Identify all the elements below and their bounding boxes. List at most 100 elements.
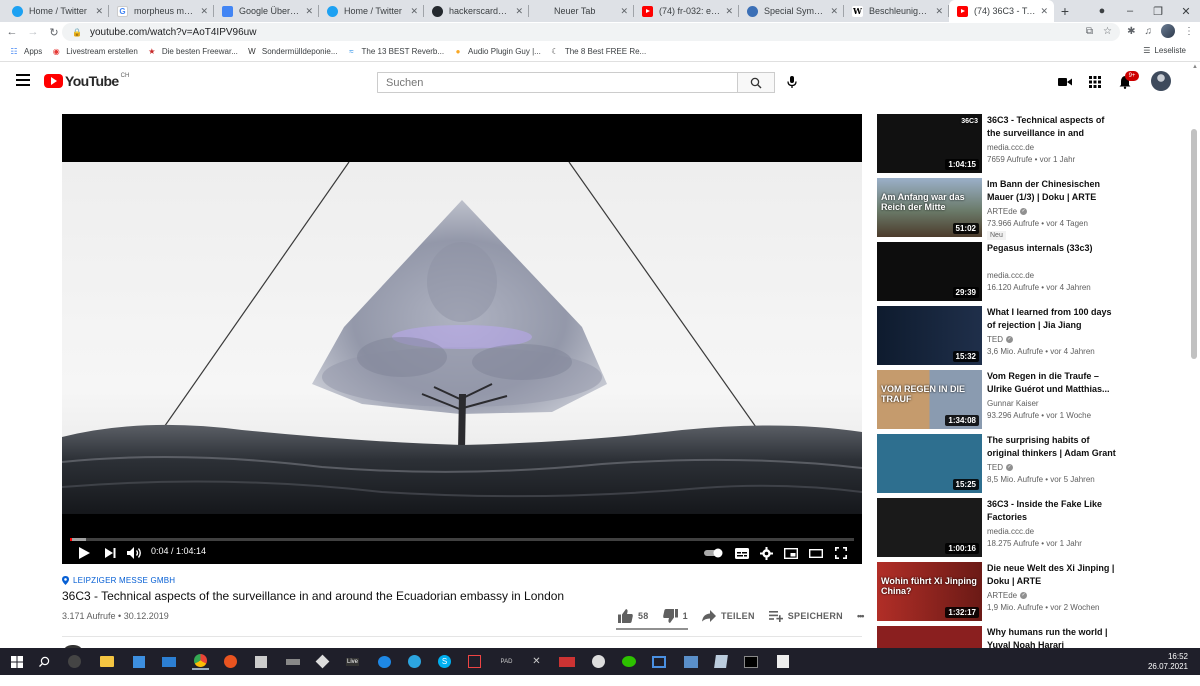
telegram-icon[interactable] xyxy=(406,653,423,670)
tab-close-icon[interactable]: ✕ xyxy=(935,6,943,17)
bookmark-star-icon[interactable]: ☆ xyxy=(1103,26,1112,37)
recommended-video[interactable]: 15:25 The surprising habits of original t… xyxy=(877,434,1187,494)
skype-icon[interactable]: S xyxy=(436,653,453,670)
recommended-video[interactable]: 1:00:16 36C3 - Inside the Fake Like Facto… xyxy=(877,498,1187,558)
tab-close-icon[interactable]: ✕ xyxy=(725,6,733,17)
chrome-icon[interactable] xyxy=(192,653,209,670)
minimize-icon[interactable]: – xyxy=(1116,0,1144,22)
browser-tab[interactable]: W Beschleunigung – ✕ xyxy=(844,0,949,22)
tools-icon[interactable]: ✕ xyxy=(528,653,545,670)
fullscreen-button[interactable] xyxy=(833,545,849,561)
hamburger-menu-icon[interactable] xyxy=(16,74,30,86)
page-scrollbar[interactable] xyxy=(1188,63,1200,648)
location-tag[interactable]: LEIPZIGER MESSE GMBH xyxy=(62,576,175,585)
tab-close-icon[interactable]: ✕ xyxy=(1040,6,1048,17)
tab-close-icon[interactable]: ✕ xyxy=(305,6,313,17)
scroll-up-icon[interactable]: ▲ xyxy=(1192,64,1198,70)
theater-mode-button[interactable] xyxy=(808,545,824,561)
browser-tab[interactable]: (74) fr-032: e.t. (Ed ✕ xyxy=(634,0,739,22)
notes-app-icon[interactable] xyxy=(712,653,729,670)
channel-name[interactable]: ARTEde ✓ xyxy=(987,207,1028,216)
page-scroll-thumb[interactable] xyxy=(1191,129,1197,359)
chrome-remote-icon[interactable] xyxy=(66,653,83,670)
browser-tab[interactable]: Neuer Tab ✕ xyxy=(529,0,634,22)
video-frame-tree-scene[interactable] xyxy=(62,162,862,514)
recommended-video-title[interactable]: 36C3 - Inside the Fake Like Factories xyxy=(987,498,1117,524)
url-text[interactable]: youtube.com/watch?v=AoT4IPV96uw xyxy=(90,27,256,38)
channel-name[interactable]: ARTEde ✓ xyxy=(987,591,1028,600)
browser-menu-icon[interactable]: ⋮ xyxy=(1184,26,1194,37)
reading-list-button[interactable]: ☰ Leseliste xyxy=(1143,46,1186,55)
cmd-icon[interactable] xyxy=(742,653,759,670)
bookmark-item[interactable]: W Sondermülldeponie... xyxy=(247,47,337,57)
lock-icon[interactable]: 🔒 xyxy=(72,28,82,37)
recommended-video-title[interactable]: What I learned from 100 days of rejectio… xyxy=(987,306,1117,332)
chat-bubble-icon[interactable] xyxy=(590,653,607,670)
back-icon[interactable]: ← xyxy=(3,23,21,41)
mail-icon[interactable] xyxy=(160,653,177,670)
recommended-video-title[interactable]: Im Bann der Chinesischen Mauer (1/3) | D… xyxy=(987,178,1117,204)
recommended-video[interactable]: Wohin führt Xi Jinping China? 1:32:17 Die … xyxy=(877,562,1187,622)
bookmark-item[interactable]: ≈ The 13 BEST Reverb... xyxy=(346,47,444,57)
more-actions-button[interactable]: ••• xyxy=(857,611,865,621)
ubuntu-icon[interactable] xyxy=(222,653,239,670)
miniplayer-button[interactable] xyxy=(783,545,799,561)
apps-button[interactable] xyxy=(1087,74,1103,90)
address-bar[interactable]: 🔒 youtube.com/watch?v=AoT4IPV96uw ⧉ ☆ xyxy=(62,23,1120,41)
recommended-video-title[interactable]: The surprising habits of original thinke… xyxy=(987,434,1117,460)
bookmark-item[interactable]: ☷ Apps xyxy=(9,47,42,57)
like-button[interactable]: 58 xyxy=(618,609,649,623)
bookmark-item[interactable]: ● Audio Plugin Guy |... xyxy=(453,47,541,57)
volume-button[interactable] xyxy=(126,545,144,561)
tab-close-icon[interactable]: ✕ xyxy=(95,6,103,17)
video-thumbnail[interactable]: 15:25 xyxy=(877,434,982,493)
bookmark-item[interactable]: ★ Die besten Freewar... xyxy=(147,47,238,57)
terminal-icon[interactable] xyxy=(466,653,483,670)
window-app-icon[interactable] xyxy=(650,653,667,670)
video-thumbnail[interactable]: 29:39 xyxy=(877,242,982,301)
channel-name[interactable]: Gunnar Kaiser xyxy=(987,399,1039,408)
wechat-icon[interactable] xyxy=(620,653,637,670)
app-icon[interactable] xyxy=(252,653,269,670)
recommended-video-title[interactable]: 36C3 - Technical aspects of the surveill… xyxy=(987,114,1117,140)
video-thumbnail[interactable]: 1:00:16 xyxy=(877,498,982,557)
subtitles-button[interactable] xyxy=(734,545,750,561)
browser-tab[interactable]: (74) 36C3 - Techni ✕ xyxy=(949,0,1054,22)
close-window-icon[interactable]: ✕ xyxy=(1172,0,1200,22)
video-thumbnail[interactable]: Am Anfang war das Reich der Mitte 51:02 xyxy=(877,178,982,237)
audio-app-icon[interactable]: PAD xyxy=(498,653,515,670)
editor-icon[interactable] xyxy=(774,653,791,670)
browser-tab[interactable]: Home / Twitter ✕ xyxy=(319,0,424,22)
live-app-icon[interactable]: Live xyxy=(344,653,361,670)
tab-close-icon[interactable]: ✕ xyxy=(200,6,208,17)
video-thumbnail[interactable] xyxy=(877,626,982,648)
user-avatar[interactable] xyxy=(1151,71,1171,91)
browser-tab[interactable]: Special Symbols –✕ xyxy=(739,0,844,22)
tab-close-icon[interactable]: ✕ xyxy=(830,6,838,17)
bookmark-item[interactable]: ☾ The 8 Best FREE Re... xyxy=(550,47,646,57)
forward-icon[interactable]: → xyxy=(24,23,42,41)
recommended-video[interactable]: 15:32 What I learned from 100 days of rej… xyxy=(877,306,1187,366)
recommended-video[interactable]: Am Anfang war das Reich der Mitte 51:02 Im… xyxy=(877,178,1187,240)
windows-start-icon[interactable] xyxy=(8,653,25,670)
new-tab-button[interactable]: + xyxy=(1054,0,1076,22)
channel-name[interactable]: media.ccc.de xyxy=(987,527,1034,536)
skype-chat-icon[interactable] xyxy=(376,653,393,670)
extensions-icon[interactable]: ✱ xyxy=(1127,26,1135,37)
bookmark-item[interactable]: ◉ Livestream erstellen xyxy=(51,47,138,57)
video-thumbnail[interactable]: VOM REGEN IN DIE TRAUF 1:34:08 xyxy=(877,370,982,429)
create-video-button[interactable] xyxy=(1057,74,1073,90)
tab-close-icon[interactable]: ✕ xyxy=(410,6,418,17)
profile-menu-icon[interactable]: ● xyxy=(1088,0,1116,22)
next-button[interactable] xyxy=(102,545,118,561)
reload-icon[interactable]: ↻ xyxy=(45,23,63,41)
install-app-icon[interactable]: ⧉ xyxy=(1086,26,1093,37)
youtube-logo[interactable]: YouTube CH xyxy=(44,73,129,89)
play-button[interactable] xyxy=(76,545,92,561)
save-button[interactable]: SPEICHERN xyxy=(768,610,843,622)
profile-avatar[interactable] xyxy=(1161,24,1175,38)
recommended-video-title[interactable]: Pegasus internals (33c3) xyxy=(987,242,1117,255)
browser-tab[interactable]: hackerscardgame ✕ xyxy=(424,0,529,22)
channel-name[interactable]: media.ccc.de xyxy=(987,271,1034,280)
tab-close-icon[interactable]: ✕ xyxy=(515,6,523,17)
